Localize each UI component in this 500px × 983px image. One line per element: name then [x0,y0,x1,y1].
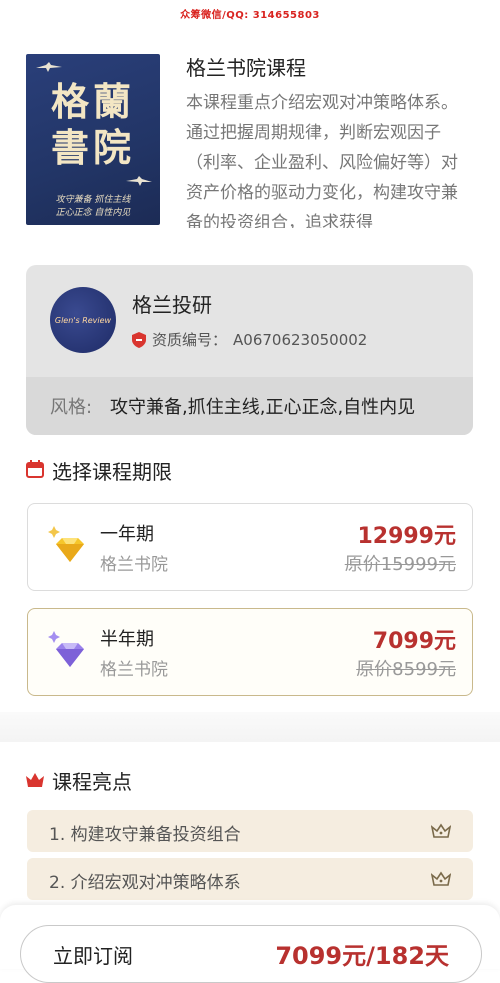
style-row: 风格: 攻守兼备,抓住主线,正心正念,自性内见 [26,377,473,435]
crane-icon [36,62,62,72]
cover-subtitle-line2: 正心正念 自性内见 [55,208,131,218]
calendar-icon [26,459,44,483]
plan-name: 半年期 [100,629,154,650]
bottom-bar: 立即订阅 7099元/182天 [0,905,500,983]
plan-option-half-year[interactable]: 半年期 格兰书院 7099元 原价8599元 [27,608,473,696]
plan-original-price: 原价8599元 [356,659,456,680]
plan-original-price: 原价15999元 [344,554,456,575]
gold-diamond-icon [46,524,88,568]
plan-price: 12999元 [357,524,456,549]
crown-outline-icon [430,871,452,887]
section-divider [0,712,500,742]
crane-icon [126,176,152,186]
course-title: 格兰书院课程 [186,56,306,80]
period-title-text: 选择课程期限 [52,460,172,484]
course-description[interactable]: 本课程重点介绍宏观对冲策略体系。通过把握周期规律，判断宏观因子（利率、企业盈利、… [186,88,470,228]
style-value: 攻守兼备,抓住主线,正心正念,自性内见 [110,397,416,418]
period-section-title: 选择课程期限 [26,456,172,485]
plan-org: 格兰书院 [100,660,168,680]
plan-name: 一年期 [100,524,154,545]
style-label: 风格: [50,397,93,418]
cert-number: A0670623050002 [233,330,368,349]
subscribe-button[interactable]: 立即订阅 7099元/182天 [20,925,482,983]
plan-option-one-year[interactable]: 一年期 格兰书院 12999元 原价15999元 [27,503,473,591]
subscribe-label: 立即订阅 [53,944,133,968]
highlight-item: 1. 构建攻守兼备投资组合 [27,810,473,852]
highlights-title-text: 课程亮点 [52,770,132,794]
cover-title-line1: 格蘭 [50,79,135,124]
purple-diamond-icon [46,629,88,673]
certification-row: 资质编号： A0670623050002 [132,329,367,350]
author-name: 格兰投研 [132,293,212,317]
crown-icon [26,769,44,793]
avatar[interactable]: Glen's Review [50,287,116,353]
subscribe-price: 7099元/182天 [275,942,449,970]
watermark-text: 众筹微信/QQ: 314655803 [180,10,320,21]
shield-icon [132,331,146,348]
cover-subtitle-line1: 攻守兼备 抓住主线 [55,195,131,205]
crown-outline-icon [430,823,452,839]
highlight-text: 1. 构建攻守兼备投资组合 [49,825,241,845]
avatar-text: Glen's Review [54,315,112,325]
highlights-section-title: 课程亮点 [26,766,132,795]
plan-org: 格兰书院 [100,555,168,575]
course-cover-image: 格蘭 書院 攻守兼备 抓住主线 正心正念 自性内见 [26,54,160,225]
cert-label: 资质编号： [152,331,228,349]
highlight-text: 2. 介绍宏观对冲策略体系 [49,873,241,893]
author-card[interactable]: Glen's Review 格兰投研 资质编号： A0670623050002 … [26,265,473,435]
cover-title-line2: 書院 [50,125,135,170]
highlight-item: 2. 介绍宏观对冲策略体系 [27,858,473,900]
plan-price: 7099元 [372,629,456,654]
